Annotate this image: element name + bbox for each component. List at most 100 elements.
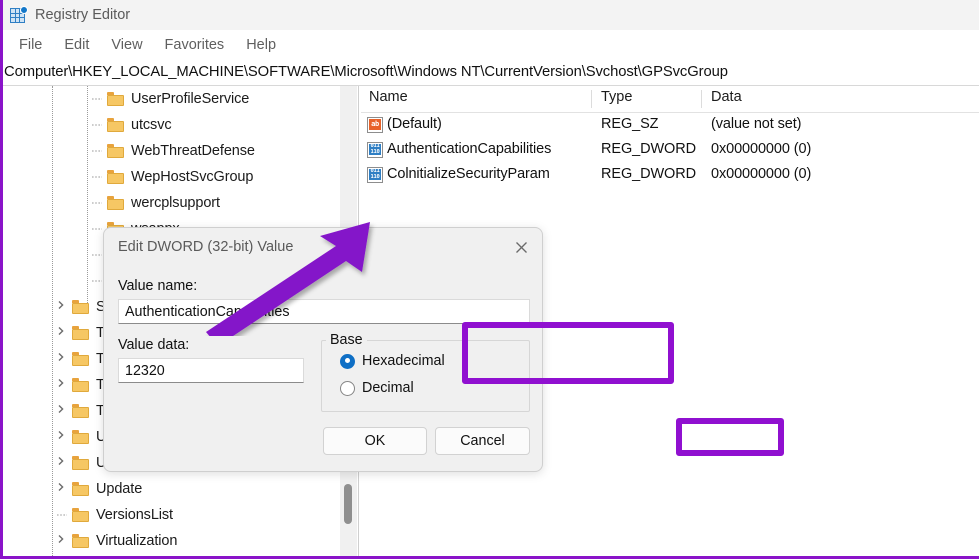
radio-decimal-label: Decimal (362, 380, 414, 396)
folder-icon (72, 430, 89, 444)
radio-decimal-icon (340, 380, 355, 396)
tree-item-label: wercplsupport (131, 195, 220, 211)
folder-icon (72, 300, 89, 314)
folder-icon (72, 352, 89, 366)
registry-editor-window: Registry Editor File Edit View Favorites… (0, 0, 979, 559)
base-group-label: Base (326, 332, 367, 348)
value-name-cell: AuthenticationCapabilities (387, 141, 552, 157)
column-header-name[interactable]: Name (369, 89, 408, 105)
tree-item-wercplsupport[interactable]: wercplsupport (3, 190, 340, 216)
tree-item-update[interactable]: Update (3, 476, 340, 502)
radio-hexadecimal[interactable]: Hexadecimal (340, 353, 445, 369)
cancel-button[interactable]: Cancel (435, 427, 530, 455)
folder-icon (107, 118, 124, 132)
value-type-cell: REG_SZ (601, 116, 659, 132)
value-name-label: Value name: (118, 278, 198, 294)
dialog-title: Edit DWORD (32-bit) Value (118, 239, 294, 255)
tree-item-label: VersionsList (96, 507, 173, 523)
main-content: UserProfileService utcsvc WebThreatDefense… (3, 86, 979, 556)
value-name-input[interactable]: AuthenticationCapabilities (118, 299, 530, 324)
ok-button[interactable]: OK (323, 427, 427, 455)
folder-icon (72, 482, 89, 496)
folder-icon (107, 196, 124, 210)
chevron-right-icon[interactable] (56, 300, 70, 314)
address-bar[interactable]: Computer\HKEY_LOCAL_MACHINE\SOFTWARE\Mic… (3, 59, 979, 86)
tree-item-utcsvc[interactable]: utcsvc (3, 112, 340, 138)
value-data-input[interactable]: 12320 (118, 358, 304, 383)
tree-leaf-connector (91, 118, 105, 132)
value-type-cell: REG_DWORD (601, 141, 696, 157)
table-row[interactable]: 011 110 ColnitializeSecurityParam REG_DWORD… (361, 163, 979, 188)
radio-decimal[interactable]: Decimal (340, 380, 414, 396)
menu-item-file[interactable]: File (8, 35, 53, 55)
chevron-right-icon[interactable] (56, 404, 70, 418)
title-bar: Registry Editor (3, 0, 979, 30)
menu-item-edit[interactable]: Edit (53, 35, 100, 55)
chevron-right-icon[interactable] (56, 378, 70, 392)
folder-icon (72, 404, 89, 418)
table-row[interactable]: ab (Default) REG_SZ (value not set) (361, 113, 979, 138)
tree-item-label: utcsvc (131, 117, 172, 133)
value-data-cell: 0x00000000 (0) (711, 166, 812, 182)
tree-item-webthreatdefense[interactable]: WebThreatDefense (3, 138, 340, 164)
table-row[interactable]: 011 110 AuthenticationCapabilities REG_DWOR… (361, 138, 979, 163)
folder-icon (72, 456, 89, 470)
dword-value-icon: 011 110 (367, 167, 384, 184)
list-rows: ab (Default) REG_SZ (value not set) 011 110 Au… (361, 113, 979, 188)
menu-item-view[interactable]: View (100, 35, 153, 55)
chevron-right-icon[interactable] (56, 456, 70, 470)
string-value-icon: ab (367, 117, 384, 134)
folder-icon (72, 378, 89, 392)
base-groupbox (321, 340, 530, 412)
folder-icon (107, 92, 124, 106)
folder-icon (72, 508, 89, 522)
chevron-right-icon[interactable] (56, 430, 70, 444)
folder-icon (107, 170, 124, 184)
tree-leaf-connector (91, 92, 105, 106)
tree-item-label: Update (96, 481, 143, 497)
chevron-right-icon[interactable] (56, 482, 70, 496)
value-data-text: 12320 (125, 362, 165, 379)
list-header: Name Type Data (361, 86, 979, 113)
chevron-right-icon[interactable] (56, 534, 70, 548)
registry-path: Computer\HKEY_LOCAL_MACHINE\SOFTWARE\Mic… (4, 64, 728, 80)
registry-editor-icon (9, 6, 28, 24)
tree-item-virtualization[interactable]: Virtualization (3, 528, 340, 554)
close-icon[interactable] (510, 236, 532, 258)
chevron-right-icon[interactable] (56, 352, 70, 366)
tree-scrollbar-thumb[interactable] (344, 484, 352, 524)
value-name-cell: ColnitializeSecurityParam (387, 166, 550, 182)
tree-leaf-connector (56, 508, 70, 522)
tree-leaf-connector (91, 144, 105, 158)
tree-item-label: UserProfileService (131, 91, 250, 107)
column-header-data[interactable]: Data (711, 89, 742, 105)
value-name-cell: (Default) (387, 116, 442, 132)
radio-hexadecimal-icon (340, 353, 355, 369)
column-divider[interactable] (701, 90, 702, 108)
value-type-cell: REG_DWORD (601, 166, 696, 182)
value-data-label: Value data: (118, 337, 190, 353)
edit-dword-dialog: Edit DWORD (32-bit) Value Value name: Au… (103, 227, 543, 472)
value-data-cell: (value not set) (711, 116, 802, 132)
folder-icon (72, 326, 89, 340)
value-name-text: AuthenticationCapabilities (125, 303, 290, 320)
chevron-right-icon[interactable] (56, 326, 70, 340)
tree-item-label: WepHostSvcGroup (131, 169, 254, 185)
tree-leaf-connector (91, 196, 105, 210)
value-data-cell: 0x00000000 (0) (711, 141, 812, 157)
column-divider[interactable] (591, 90, 592, 108)
window-title: Registry Editor (35, 7, 131, 23)
folder-icon (72, 534, 89, 548)
tree-item-label: WebThreatDefense (131, 143, 255, 159)
tree-item-wephostsvcgroup[interactable]: WepHostSvcGroup (3, 164, 340, 190)
radio-hexadecimal-label: Hexadecimal (362, 353, 445, 369)
tree-item-versionslist[interactable]: VersionsList (3, 502, 340, 528)
menu-item-help[interactable]: Help (235, 35, 287, 55)
menu-item-favorites[interactable]: Favorites (154, 35, 236, 55)
dword-value-icon: 011 110 (367, 142, 384, 159)
tree-item-label: Virtualization (96, 533, 178, 549)
folder-icon (107, 144, 124, 158)
column-header-type[interactable]: Type (601, 89, 632, 105)
tree-item-userprofileservice[interactable]: UserProfileService (3, 86, 340, 112)
tree-leaf-connector (91, 170, 105, 184)
